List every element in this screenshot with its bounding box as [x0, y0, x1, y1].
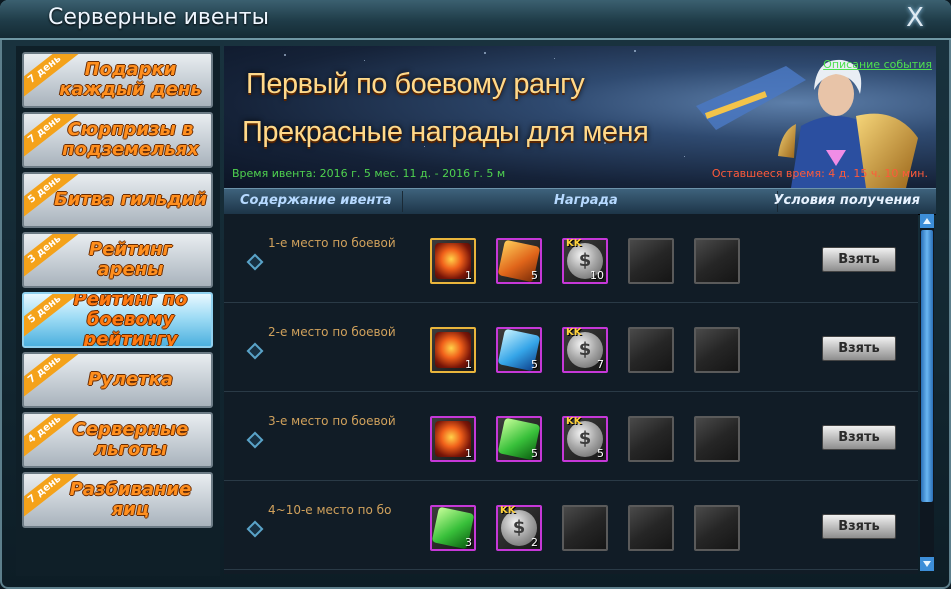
- reward-count: 3: [465, 536, 472, 549]
- star-decoration: [284, 54, 286, 56]
- empty-reward-slot[interactable]: [628, 327, 674, 373]
- window-title: Серверные ивенты: [48, 5, 269, 30]
- sidebar-tab-label: Битва гильдий: [54, 189, 207, 210]
- star-decoration: [364, 60, 365, 61]
- take-button[interactable]: Взять: [822, 247, 896, 272]
- reward-row: 4~10-е место по бо 3 KK 2 Взять: [224, 481, 918, 570]
- empty-reward-slot[interactable]: [628, 416, 674, 462]
- kk-mark-icon: KK: [500, 505, 516, 516]
- event-banner: Первый по боевому рангу Прекрасные награ…: [224, 46, 936, 188]
- banner-headline: Первый по боевому рангу: [246, 68, 585, 100]
- event-time: Время ивента: 2016 г. 5 мес. 11 д. - 201…: [232, 167, 506, 180]
- reward-count: 1: [465, 358, 472, 371]
- reward-row: 3-е место по боевой 1 5 KK 5 Взять: [224, 392, 918, 481]
- reward-count: 5: [531, 358, 538, 371]
- empty-reward-slot[interactable]: [562, 505, 608, 551]
- event-sidebar: 7 день Подарки каждый день 7 день Сюрпризы …: [16, 46, 220, 576]
- take-button[interactable]: Взять: [822, 514, 896, 539]
- reward-count: 2: [531, 536, 538, 549]
- empty-reward-slot[interactable]: [694, 238, 740, 284]
- column-header-reward: Награда: [554, 193, 618, 208]
- reward-slot[interactable]: 5: [496, 416, 542, 462]
- sidebar-tab[interactable]: 5 день Битва гильдий: [22, 172, 213, 228]
- reward-count: 10: [590, 269, 604, 282]
- reward-slot[interactable]: 5: [496, 238, 542, 284]
- scroll-up-icon[interactable]: [920, 214, 934, 228]
- sidebar-tab[interactable]: 3 день Рейтинг арены: [22, 232, 213, 288]
- diamond-bullet-icon: [246, 342, 264, 360]
- sidebar-tab[interactable]: 7 день Подарки каждый день: [22, 52, 213, 108]
- rank-label: 3-е место по боевой: [268, 414, 396, 428]
- sidebar-tab-label: Разбивание яиц: [69, 479, 192, 520]
- reward-slot[interactable]: 1: [430, 327, 476, 373]
- star-decoration: [634, 50, 636, 52]
- sidebar-tab[interactable]: 4 день Серверные льготы: [22, 412, 213, 468]
- reward-slot[interactable]: 1: [430, 238, 476, 284]
- reward-count: 5: [531, 447, 538, 460]
- empty-reward-slot[interactable]: [628, 238, 674, 284]
- reward-count: 1: [465, 447, 472, 460]
- reward-slot[interactable]: 1: [430, 416, 476, 462]
- reward-slot[interactable]: KK 10: [562, 238, 608, 284]
- kk-mark-icon: KK: [566, 416, 582, 427]
- empty-reward-slot[interactable]: [694, 416, 740, 462]
- diamond-bullet-icon: [246, 431, 264, 449]
- sidebar-tab[interactable]: 5 день Рейтинг по боевому рейтингу: [22, 292, 213, 348]
- reward-slot[interactable]: KK 2: [496, 505, 542, 551]
- sidebar-tab-label: Рулетка: [87, 369, 174, 390]
- sidebar-tab-label: Рейтинг по боевому рейтингу: [73, 292, 188, 348]
- empty-reward-slot[interactable]: [694, 327, 740, 373]
- banner-subheadline: Прекрасные награды для меня: [242, 116, 649, 148]
- reward-count: 5: [531, 269, 538, 282]
- reward-slot[interactable]: KK 7: [562, 327, 608, 373]
- star-decoration: [484, 52, 486, 54]
- take-button[interactable]: Взять: [822, 425, 896, 450]
- reward-row: 1-е место по боевой 1 5 KK 10 Взять: [224, 214, 918, 303]
- rank-label: 1-е место по боевой: [268, 236, 396, 250]
- reward-slot[interactable]: KK 5: [562, 416, 608, 462]
- rank-label: 2-е место по боевой: [268, 325, 396, 339]
- sidebar-tab-label: Серверные льготы: [72, 419, 189, 460]
- remaining-time: Оставшееся время: 4 д. 15 ч. 10 мин.: [711, 167, 928, 180]
- empty-reward-slot[interactable]: [628, 505, 674, 551]
- reward-count: 1: [465, 269, 472, 282]
- sidebar-tab-label: Подарки каждый день: [59, 59, 202, 100]
- scrollbar[interactable]: [920, 214, 934, 571]
- reward-count: 7: [597, 358, 604, 371]
- reward-row: 2-е место по боевой 1 5 KK 7 Взять: [224, 303, 918, 392]
- column-header-conditions: Условия получения: [773, 193, 920, 208]
- reward-count: 5: [597, 447, 604, 460]
- sidebar-tab[interactable]: 7 день Сюрпризы в подземельях: [22, 112, 213, 168]
- sidebar-tab-label: Сюрпризы в подземельях: [62, 119, 199, 160]
- reward-list: 1-е место по боевой15KK10Взять2-е место …: [224, 214, 918, 574]
- event-description-link[interactable]: Описание события: [823, 58, 932, 71]
- empty-reward-slot[interactable]: [694, 505, 740, 551]
- kk-mark-icon: KK: [566, 327, 582, 338]
- rank-label: 4~10-е место по бо: [268, 503, 392, 517]
- diamond-bullet-icon: [246, 520, 264, 538]
- kk-mark-icon: KK: [566, 238, 582, 249]
- diamond-bullet-icon: [246, 253, 264, 271]
- table-header: Содержание ивента Награда Условия получе…: [224, 188, 936, 215]
- close-button[interactable]: X: [901, 5, 929, 31]
- close-icon: X: [906, 3, 924, 33]
- take-button[interactable]: Взять: [822, 336, 896, 361]
- header-divider: [402, 191, 403, 212]
- sidebar-tab-label: Рейтинг арены: [89, 239, 172, 280]
- title-bar: Серверные ивенты X: [0, 0, 951, 40]
- sidebar-tab[interactable]: 7 день Рулетка: [22, 352, 213, 408]
- reward-slot[interactable]: 5: [496, 327, 542, 373]
- star-decoration: [554, 58, 555, 59]
- reward-slot[interactable]: 3: [430, 505, 476, 551]
- scroll-down-icon[interactable]: [920, 557, 934, 571]
- star-decoration: [684, 156, 685, 157]
- scroll-thumb[interactable]: [921, 230, 933, 502]
- sidebar-tab[interactable]: 7 день Разбивание яиц: [22, 472, 213, 528]
- column-header-content: Содержание ивента: [240, 193, 392, 208]
